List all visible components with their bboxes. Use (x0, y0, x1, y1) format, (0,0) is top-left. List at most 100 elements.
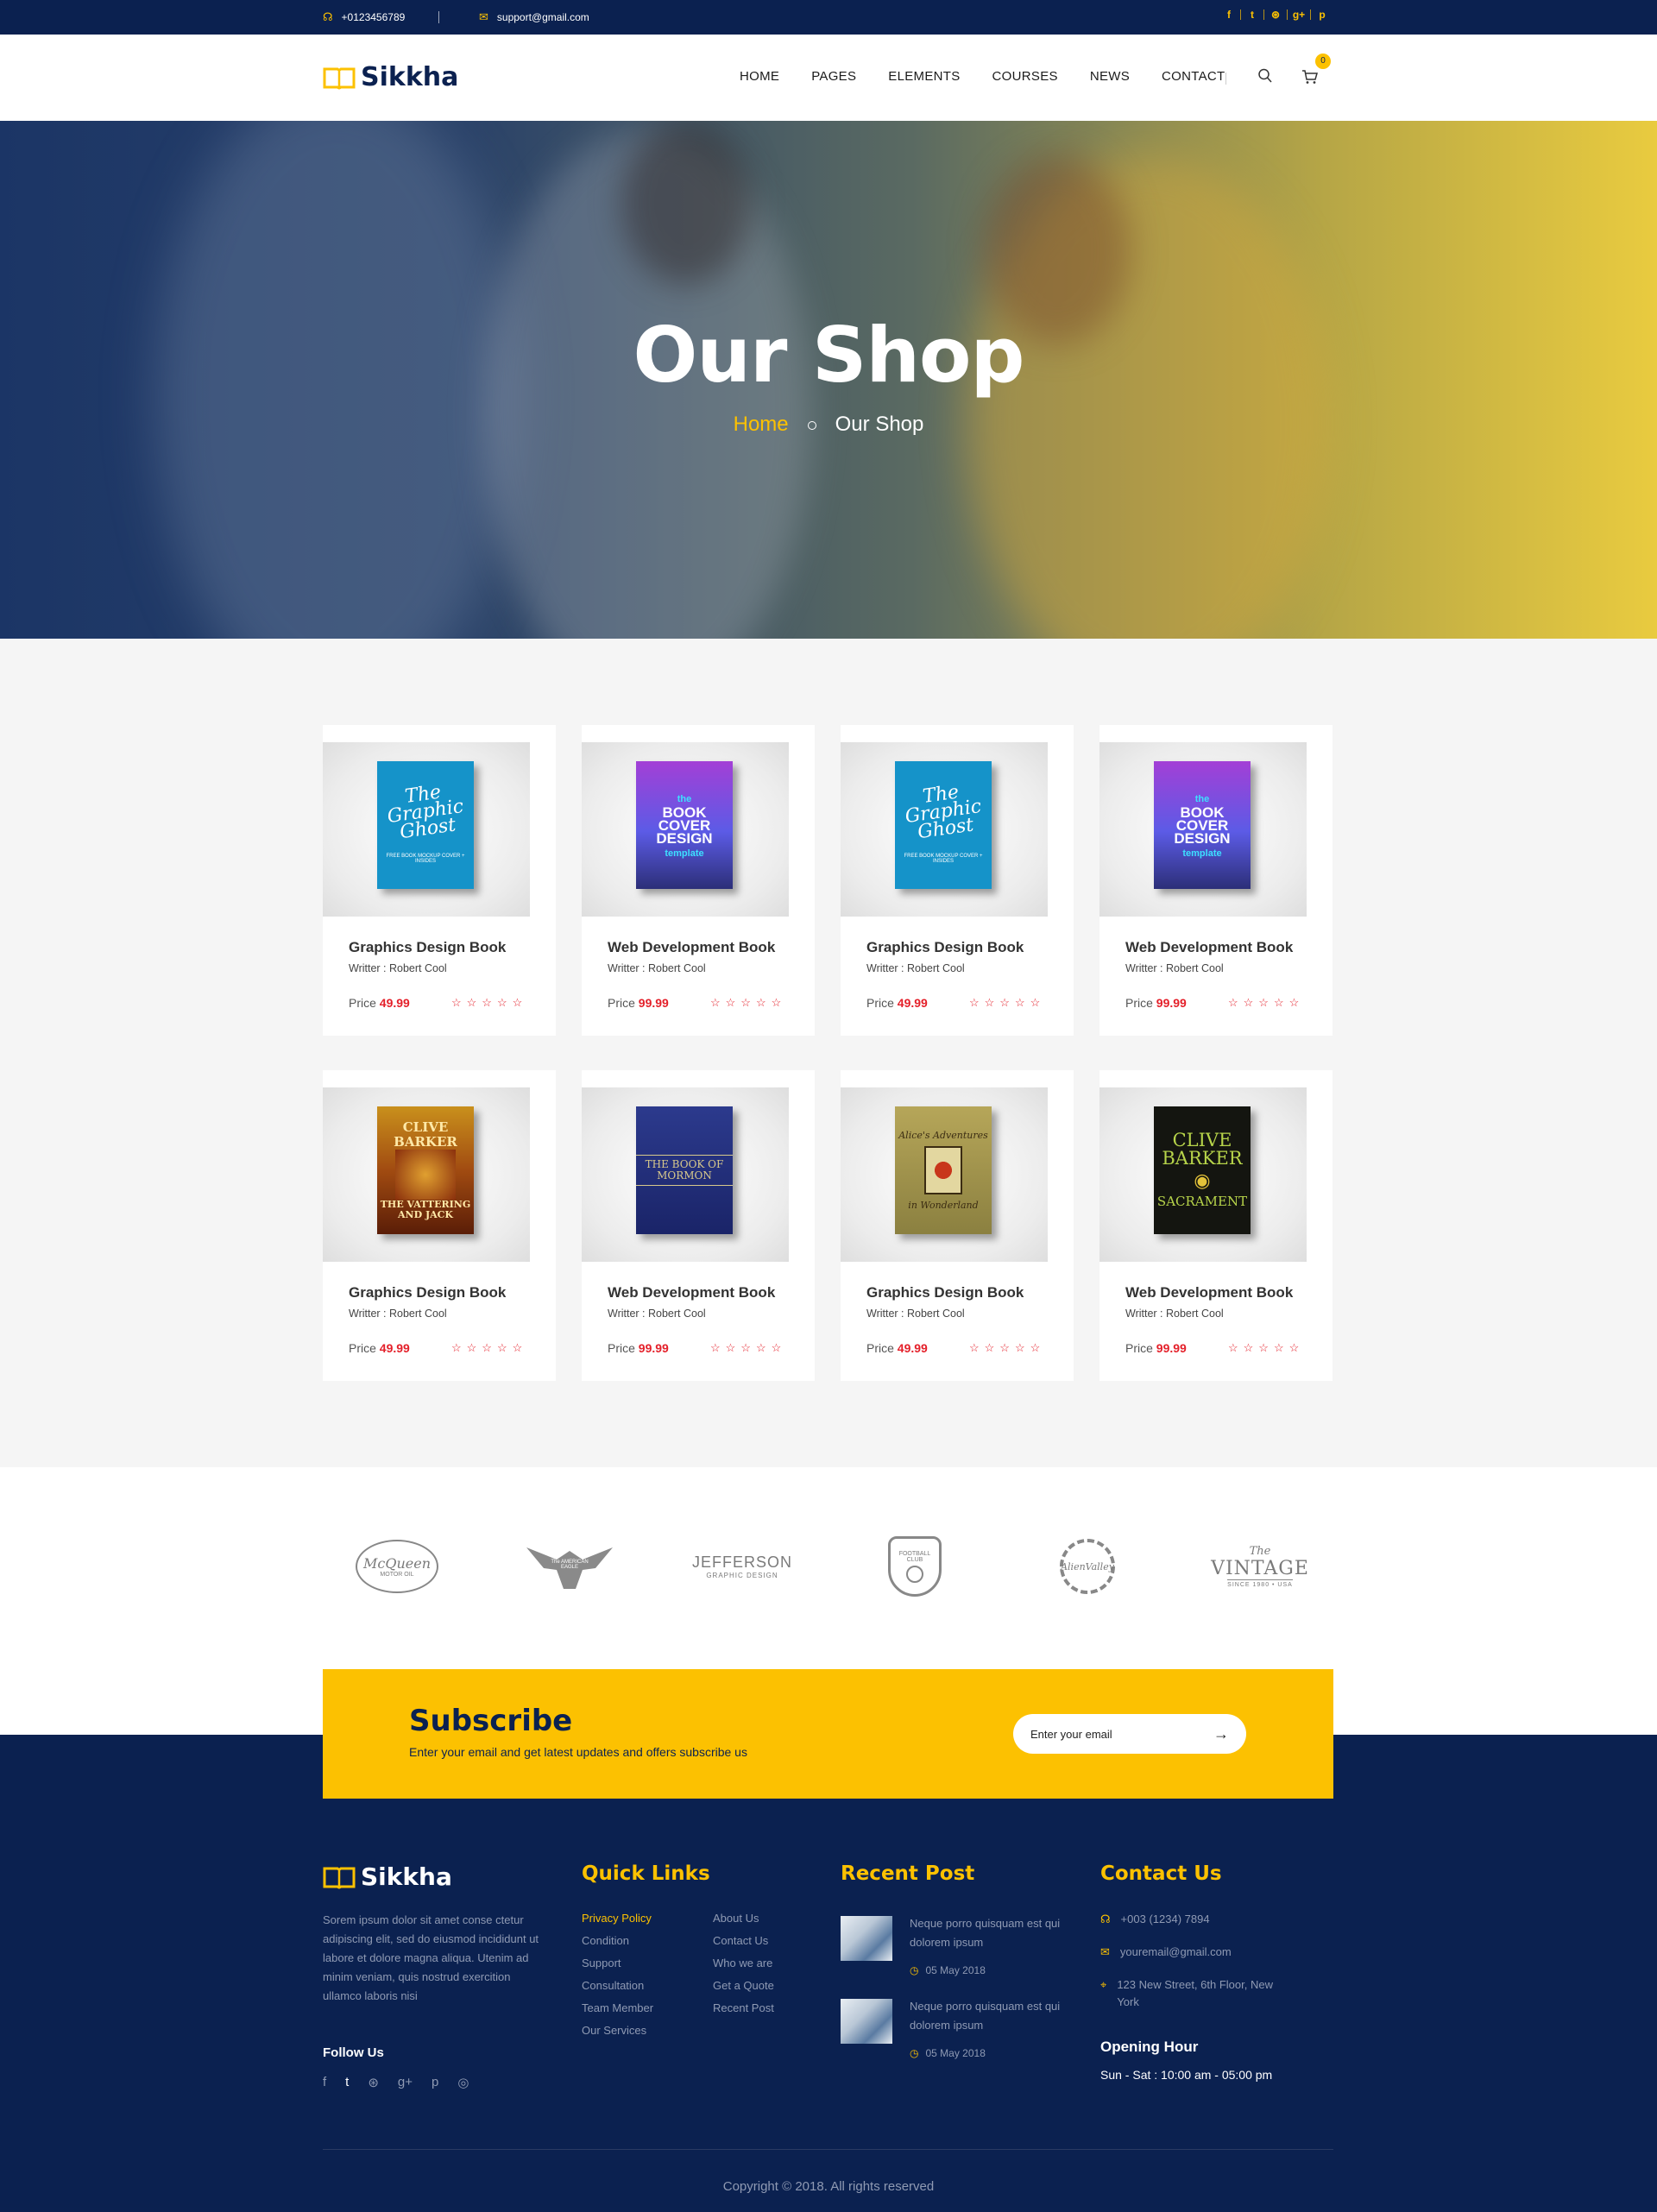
subscribe-email-input[interactable]: Enter your email → (1013, 1714, 1246, 1754)
rating-stars[interactable]: ☆☆☆☆☆ (451, 1341, 527, 1355)
footer-link[interactable]: Who we are (713, 1957, 772, 1969)
footer-link[interactable]: Support (582, 1957, 621, 1969)
product-title[interactable]: Web Development Book (608, 1284, 775, 1301)
book-cover: The Graphic Ghost FREE BOOK MOCKUP COVER … (895, 761, 992, 889)
nav-pages[interactable]: PAGES (811, 69, 856, 84)
product-title[interactable]: Web Development Book (1125, 939, 1293, 956)
footer-link[interactable]: Recent Post (713, 2001, 774, 2014)
google-plus-icon[interactable]: g+ (1288, 9, 1310, 21)
facebook-icon[interactable]: f (1218, 9, 1240, 21)
product-image[interactable]: the BOOK COVER DESIGN template (582, 742, 789, 917)
product-card[interactable]: the BOOK COVER DESIGN template Web Develop… (582, 725, 815, 1036)
cart-icon[interactable] (1301, 69, 1319, 85)
book-cover: the BOOK COVER DESIGN template (636, 761, 733, 889)
product-image[interactable]: The Graphic Ghost FREE BOOK MOCKUP COVER … (323, 742, 530, 917)
product-image[interactable]: The Graphic Ghost FREE BOOK MOCKUP COVER … (841, 742, 1048, 917)
product-price: Price 99.99 (608, 996, 669, 1010)
footer-link[interactable]: Our Services (582, 2024, 646, 2037)
breadcrumb: Home Our Shop (0, 413, 1657, 437)
mail-icon: ✉ (1100, 1945, 1110, 1958)
divider (438, 11, 439, 23)
product-title[interactable]: Graphics Design Book (866, 1284, 1024, 1301)
product-card[interactable]: CLIVE BARKER ◉ SACRAMENT Web Development B… (1099, 1070, 1333, 1381)
book-cover: CLIVE BARKER ◉ SACRAMENT (1154, 1106, 1251, 1234)
product-card[interactable]: The Graphic Ghost FREE BOOK MOCKUP COVER … (841, 725, 1074, 1036)
product-price: Price 49.99 (349, 1341, 410, 1355)
footer-social-links: f t ⊛ g+ p ◎ (323, 2075, 469, 2090)
rating-stars[interactable]: ☆☆☆☆☆ (710, 1341, 786, 1355)
rating-stars[interactable]: ☆☆☆☆☆ (969, 1341, 1045, 1355)
search-icon[interactable] (1257, 67, 1273, 85)
rating-stars[interactable]: ☆☆☆☆☆ (451, 996, 527, 1010)
opening-hour-heading: Opening Hour (1100, 2039, 1199, 2055)
nav-elements[interactable]: ELEMENTS (888, 69, 960, 84)
main-nav: HOME PAGES ELEMENTS COURSES NEWS CONTACT (740, 69, 1257, 84)
book-cover: Alice's Adventures in Wonderland (895, 1106, 992, 1234)
product-writer: Writter : Robert Cool (866, 962, 965, 974)
product-card[interactable]: the BOOK COVER DESIGN template Web Develop… (1099, 725, 1333, 1036)
facebook-icon[interactable]: f (323, 2075, 326, 2090)
arrow-right-icon[interactable]: → (1213, 1725, 1229, 1743)
product-title[interactable]: Graphics Design Book (349, 939, 506, 956)
follow-us-label: Follow Us (323, 2045, 384, 2060)
footer-link[interactable]: Consultation (582, 1979, 644, 1992)
nav-home[interactable]: HOME (740, 69, 779, 84)
rating-stars[interactable]: ☆☆☆☆☆ (1228, 996, 1304, 1010)
subscribe-banner: Subscribe Enter your email and get lates… (323, 1669, 1333, 1799)
site-logo[interactable]: Sikkha (323, 62, 458, 92)
product-writer: Writter : Robert Cool (866, 1308, 965, 1320)
nav-contact[interactable]: CONTACT (1162, 69, 1225, 84)
dribbble-icon[interactable]: ⊛ (368, 2075, 379, 2090)
rating-stars[interactable]: ☆☆☆☆☆ (710, 996, 786, 1010)
cart-count-badge: 0 (1315, 54, 1331, 69)
pinterest-icon[interactable]: p (432, 2075, 438, 2090)
product-price: Price 99.99 (608, 1341, 669, 1355)
nav-courses[interactable]: COURSES (992, 69, 1058, 84)
shop-section: The Graphic Ghost FREE BOOK MOCKUP COVER … (0, 639, 1657, 1467)
alien-valley-logo: AlienValley (1040, 1536, 1135, 1597)
product-card[interactable]: CLIVE BARKER THE VATTERING AND JACK Graph… (323, 1070, 556, 1381)
footer-link[interactable]: Contact Us (713, 1934, 768, 1947)
product-image[interactable]: the BOOK COVER DESIGN template (1099, 742, 1307, 917)
footer-logo[interactable]: Sikkha (323, 1862, 452, 1891)
dribbble-icon[interactable]: ⊛ (1264, 9, 1287, 21)
footer-link[interactable]: Team Member (582, 2001, 653, 2014)
product-card[interactable]: Alice's Adventures in Wonderland Graphics… (841, 1070, 1074, 1381)
page-title: Our Shop (633, 311, 1025, 400)
recent-post-item[interactable]: Neque porro quisquam est qui dolorem ips… (841, 1916, 1065, 1985)
product-image[interactable]: Alice's Adventures in Wonderland (841, 1087, 1048, 1262)
top-email[interactable]: ✉ support@gmail.com (479, 10, 589, 24)
footer-link[interactable]: Privacy Policy (582, 1912, 652, 1925)
pinterest-icon[interactable]: p (1311, 9, 1333, 21)
football-club-logo: FOOTBALL CLUB (880, 1536, 949, 1597)
book-cover: THE BOOK OF MORMON (636, 1106, 733, 1234)
product-title[interactable]: Web Development Book (1125, 1284, 1293, 1301)
top-phone[interactable]: ☊ +0123456789 (323, 10, 405, 24)
page-hero: Our Shop Home Our Shop (0, 121, 1657, 639)
breadcrumb-current: Our Shop (835, 413, 924, 436)
book-cover: CLIVE BARKER THE VATTERING AND JACK (377, 1106, 474, 1234)
rating-stars[interactable]: ☆☆☆☆☆ (1228, 1341, 1304, 1355)
product-price: Price 49.99 (349, 996, 410, 1010)
product-image[interactable]: CLIVE BARKER ◉ SACRAMENT (1099, 1087, 1307, 1262)
product-card[interactable]: The Graphic Ghost FREE BOOK MOCKUP COVER … (323, 725, 556, 1036)
product-image[interactable]: CLIVE BARKER THE VATTERING AND JACK (323, 1087, 530, 1262)
footer-link[interactable]: About Us (713, 1912, 759, 1925)
instagram-icon[interactable]: ◎ (457, 2075, 469, 2090)
recent-post-item[interactable]: Neque porro quisquam est qui dolorem ips… (841, 1999, 1065, 2068)
google-plus-icon[interactable]: g+ (398, 2075, 413, 2090)
rating-stars[interactable]: ☆☆☆☆☆ (969, 996, 1045, 1010)
footer-link[interactable]: Get a Quote (713, 1979, 774, 1992)
product-image[interactable]: THE BOOK OF MORMON (582, 1087, 789, 1262)
headphones-icon: ☊ (323, 10, 333, 23)
product-card[interactable]: THE BOOK OF MORMON Web Development Book … (582, 1070, 815, 1381)
product-title[interactable]: Web Development Book (608, 939, 775, 956)
product-title[interactable]: Graphics Design Book (866, 939, 1024, 956)
product-title[interactable]: Graphics Design Book (349, 1284, 506, 1301)
nav-news[interactable]: NEWS (1090, 69, 1130, 84)
breadcrumb-home[interactable]: Home (734, 413, 789, 436)
twitter-icon[interactable]: t (1241, 9, 1263, 21)
twitter-icon[interactable]: t (345, 2075, 349, 2090)
contact-email[interactable]: ✉ youremail@gmail.com (1100, 1944, 1232, 1961)
footer-link[interactable]: Condition (582, 1934, 629, 1947)
